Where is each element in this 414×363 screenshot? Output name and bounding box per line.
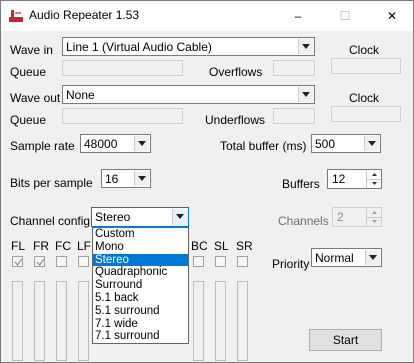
wave-in-queue-label: Queue xyxy=(10,65,47,79)
wave-out-queue-label: Queue xyxy=(10,113,47,127)
channel-config-dropdown: Custom Mono Stereo Quadraphonic Surround… xyxy=(92,227,189,345)
underflows-label: Underflows xyxy=(205,113,266,127)
window-title: Audio Repeater 1.53 xyxy=(29,8,140,22)
channel-checkbox-bc[interactable] xyxy=(193,256,204,267)
bits-per-sample-label: Bits per sample xyxy=(10,176,93,190)
channel-level-sl xyxy=(215,281,226,361)
channel-level-bc xyxy=(193,281,204,361)
chevron-down-icon[interactable] xyxy=(365,250,380,265)
bits-per-sample-value: 16 xyxy=(105,172,119,186)
wave-out-queue-bar xyxy=(62,108,183,124)
wave-in-clock-field xyxy=(331,58,401,74)
spin-up-icon[interactable] xyxy=(366,208,381,217)
buffers-spinner[interactable]: 12 xyxy=(327,169,382,189)
channels-label: Channels xyxy=(278,214,329,228)
overflows-label: Overflows xyxy=(209,65,263,79)
channel-checkbox-lf[interactable] xyxy=(78,256,89,267)
total-buffer-value: 500 xyxy=(315,137,336,151)
channel-config-value: Stereo xyxy=(95,210,131,224)
spin-down-icon[interactable] xyxy=(366,179,381,188)
sample-rate-value: 48000 xyxy=(84,137,118,151)
wave-out-label: Wave out xyxy=(10,91,61,105)
underflows-field xyxy=(273,108,315,124)
chevron-down-icon[interactable] xyxy=(172,209,187,225)
wave-in-queue-bar xyxy=(62,60,183,76)
channel-label-fl: FL xyxy=(11,239,26,253)
chevron-down-icon[interactable] xyxy=(134,171,149,186)
app-window: Audio Repeater 1.53 – ☐ ✕ Wave in Line 1… xyxy=(0,0,414,363)
channel-label-lf: LF xyxy=(77,239,92,253)
channel-checkbox-fl[interactable] xyxy=(12,256,23,267)
sample-rate-label: Sample rate xyxy=(10,139,75,153)
channel-level-fr xyxy=(34,281,45,361)
dropdown-option-7-1-wide[interactable]: 7.1 wide xyxy=(93,318,188,331)
channel-checkbox-sl[interactable] xyxy=(215,256,226,267)
wave-out-clock-field xyxy=(331,106,401,122)
channel-checkbox-fc[interactable] xyxy=(56,256,67,267)
wave-out-select[interactable]: None xyxy=(62,85,315,104)
wave-in-select[interactable]: Line 1 (Virtual Audio Cable) xyxy=(62,37,315,56)
dropdown-option-surround[interactable]: Surround xyxy=(93,279,188,292)
spin-down-icon[interactable] xyxy=(366,217,381,226)
buffers-value: 12 xyxy=(332,172,346,186)
dropdown-option-stereo[interactable]: Stereo xyxy=(93,253,188,267)
sample-rate-select[interactable]: 48000 xyxy=(80,134,151,153)
channel-level-lf xyxy=(78,281,89,361)
dropdown-option-mono[interactable]: Mono xyxy=(93,241,188,254)
channel-label-fc: FC xyxy=(55,239,71,253)
channel-label-bc: BC xyxy=(191,239,208,253)
channel-checkbox-fr[interactable] xyxy=(34,256,45,267)
total-buffer-select[interactable]: 500 xyxy=(311,134,381,153)
dropdown-option-5-1-back[interactable]: 5.1 back xyxy=(93,292,188,305)
channel-label-sl: SL xyxy=(214,239,229,253)
dropdown-option-7-1-surround[interactable]: 7.1 surround xyxy=(93,330,188,343)
priority-select[interactable]: Normal xyxy=(311,248,382,267)
chevron-down-icon[interactable] xyxy=(364,136,379,151)
channel-label-sr: SR xyxy=(236,239,253,253)
speaker-icon xyxy=(9,10,23,22)
channel-level-fc xyxy=(56,281,67,361)
chevron-down-icon[interactable] xyxy=(298,87,313,102)
total-buffer-label: Total buffer (ms) xyxy=(220,139,307,153)
channel-level-sr xyxy=(237,281,248,361)
spin-up-icon[interactable] xyxy=(366,170,381,179)
wave-in-value: Line 1 (Virtual Audio Cable) xyxy=(66,40,212,54)
channel-level-fl xyxy=(12,281,23,361)
channel-config-select[interactable]: Stereo xyxy=(91,207,189,227)
channels-spinner[interactable]: 2 xyxy=(332,207,382,227)
start-button[interactable]: Start xyxy=(309,329,382,351)
priority-value: Normal xyxy=(315,251,354,265)
maximize-button[interactable]: ☐ xyxy=(330,5,360,27)
channel-label-fr: FR xyxy=(33,239,49,253)
priority-label: Priority xyxy=(272,257,310,271)
close-button[interactable]: ✕ xyxy=(377,5,407,27)
minimize-button[interactable]: – xyxy=(283,5,313,27)
bits-per-sample-select[interactable]: 16 xyxy=(101,169,151,188)
dropdown-option-custom[interactable]: Custom xyxy=(93,228,188,241)
chevron-down-icon[interactable] xyxy=(298,39,313,54)
wave-out-clock-label: Clock xyxy=(349,91,380,105)
wave-out-value: None xyxy=(66,88,95,102)
channels-value: 2 xyxy=(337,210,344,224)
channel-checkbox-sr[interactable] xyxy=(237,256,248,267)
channel-config-label: Channel config xyxy=(10,214,91,228)
wave-in-clock-label: Clock xyxy=(349,43,380,57)
dropdown-option-5-1-surround[interactable]: 5.1 surround xyxy=(93,305,188,318)
dropdown-option-quadraphonic[interactable]: Quadraphonic xyxy=(93,266,188,279)
wave-in-label: Wave in xyxy=(10,43,53,57)
chevron-down-icon[interactable] xyxy=(134,136,149,151)
title-bar: Audio Repeater 1.53 – ☐ ✕ xyxy=(1,1,413,31)
overflows-field xyxy=(273,60,315,76)
buffers-label: Buffers xyxy=(282,177,320,191)
